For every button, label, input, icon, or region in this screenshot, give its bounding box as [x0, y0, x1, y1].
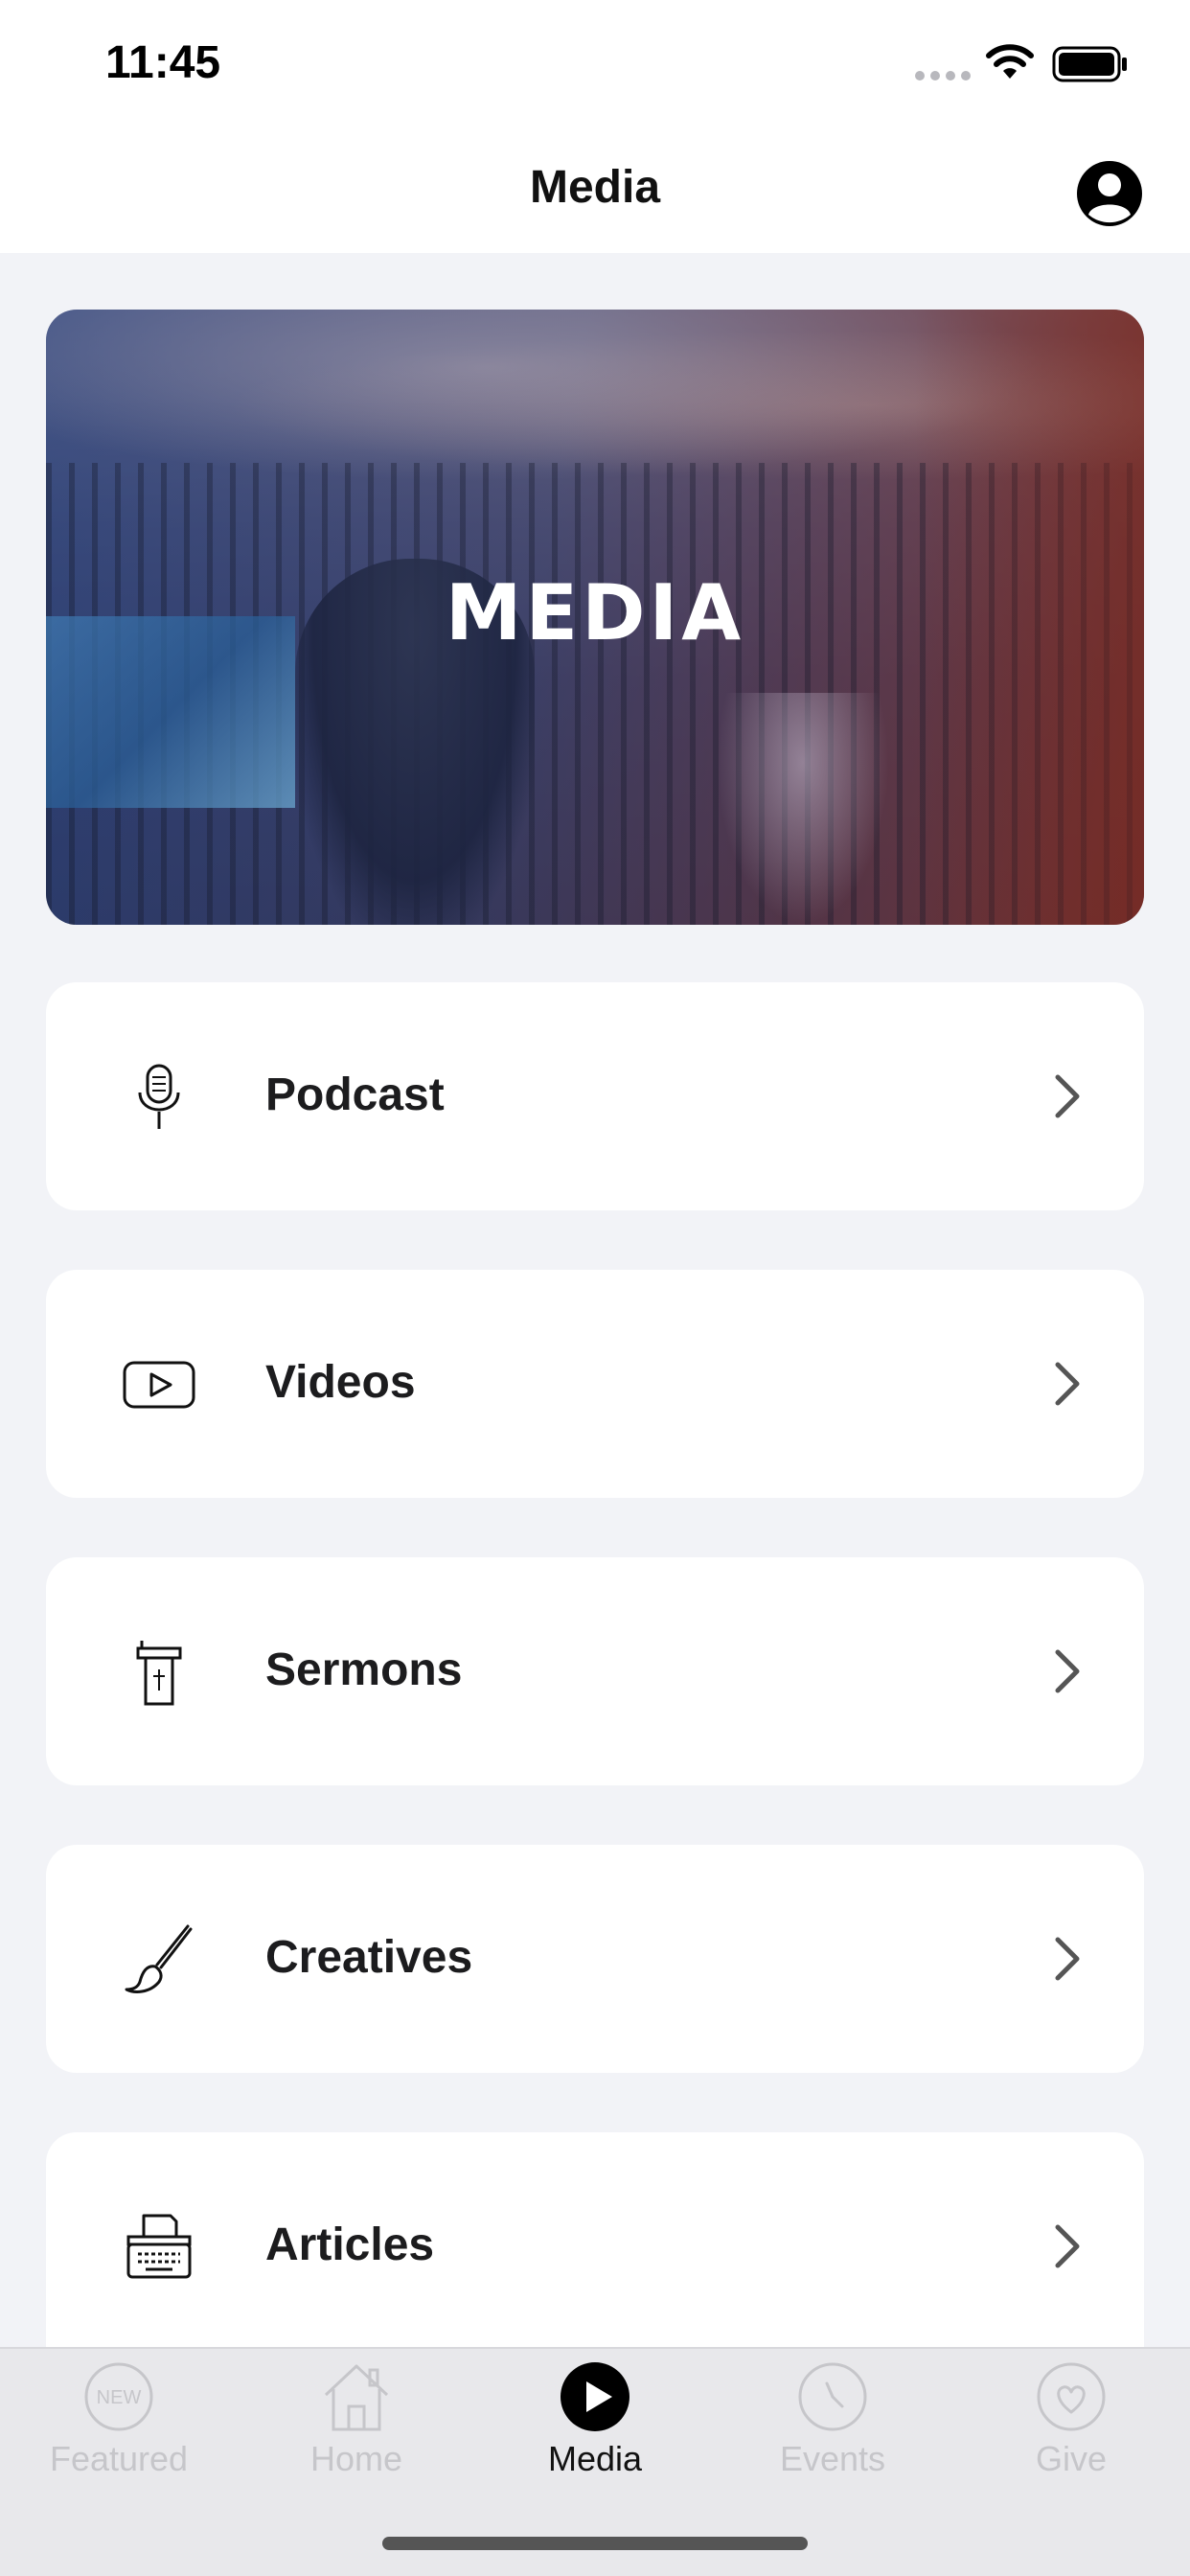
menu-label-videos: Videos: [265, 1357, 416, 1408]
tab-label-media: Media: [547, 2439, 643, 2478]
menu-item-podcast[interactable]: Podcast: [46, 982, 1144, 1210]
chevron-right-icon: [1055, 2224, 1080, 2268]
tab-give[interactable]: Give: [952, 2360, 1190, 2504]
tab-featured[interactable]: NEW Featured: [0, 2360, 238, 2504]
page-title: Media: [529, 162, 661, 213]
microphone-icon: [138, 1064, 180, 1129]
home-indicator[interactable]: [382, 2537, 808, 2550]
typewriter-icon: [126, 2214, 192, 2279]
battery-icon: [1052, 46, 1127, 82]
chevron-right-icon: [1055, 1937, 1080, 1981]
menu-item-sermons[interactable]: Sermons: [46, 1557, 1144, 1785]
profile-icon[interactable]: [1075, 159, 1144, 228]
heart-icon: [1037, 2362, 1106, 2431]
wifi-icon: [986, 44, 1034, 79]
pulpit-icon: [136, 1641, 182, 1706]
home-icon: [324, 2364, 389, 2431]
menu-label-sermons: Sermons: [265, 1644, 463, 1695]
nav-bar: Media: [0, 134, 1190, 253]
tab-media[interactable]: Media: [476, 2360, 714, 2504]
menu-label-podcast: Podcast: [265, 1070, 445, 1120]
status-bar: 11:45: [0, 0, 1190, 134]
paintbrush-icon: [125, 1924, 193, 1993]
chevron-right-icon: [1055, 1074, 1080, 1118]
menu-item-videos[interactable]: Videos: [46, 1270, 1144, 1498]
menu-label-articles: Articles: [265, 2220, 435, 2270]
tab-home[interactable]: Home: [238, 2360, 475, 2504]
chevron-right-icon: [1055, 1649, 1080, 1693]
tab-label-events: Events: [779, 2439, 886, 2478]
video-play-icon: [123, 1361, 195, 1409]
hero-banner: MEDIA: [46, 310, 1144, 925]
status-time: 11:45: [105, 37, 221, 88]
hero-title: MEDIA: [445, 568, 745, 657]
new-badge-icon: NEW: [84, 2362, 153, 2431]
featured-badge-text: NEW: [97, 2387, 142, 2408]
menu-item-creatives[interactable]: Creatives: [46, 1845, 1144, 2073]
chevron-right-icon: [1055, 1362, 1080, 1406]
play-circle-icon: [561, 2362, 629, 2431]
menu-label-creatives: Creatives: [265, 1932, 473, 1983]
menu-item-articles[interactable]: Articles: [46, 2132, 1144, 2347]
signal-dots-icon: [915, 71, 971, 80]
tab-events[interactable]: Events: [714, 2360, 951, 2504]
tab-label-home: Home: [309, 2439, 403, 2478]
tab-label-featured: Featured: [49, 2439, 189, 2478]
clock-icon: [798, 2362, 867, 2431]
tab-label-give: Give: [1035, 2439, 1108, 2478]
